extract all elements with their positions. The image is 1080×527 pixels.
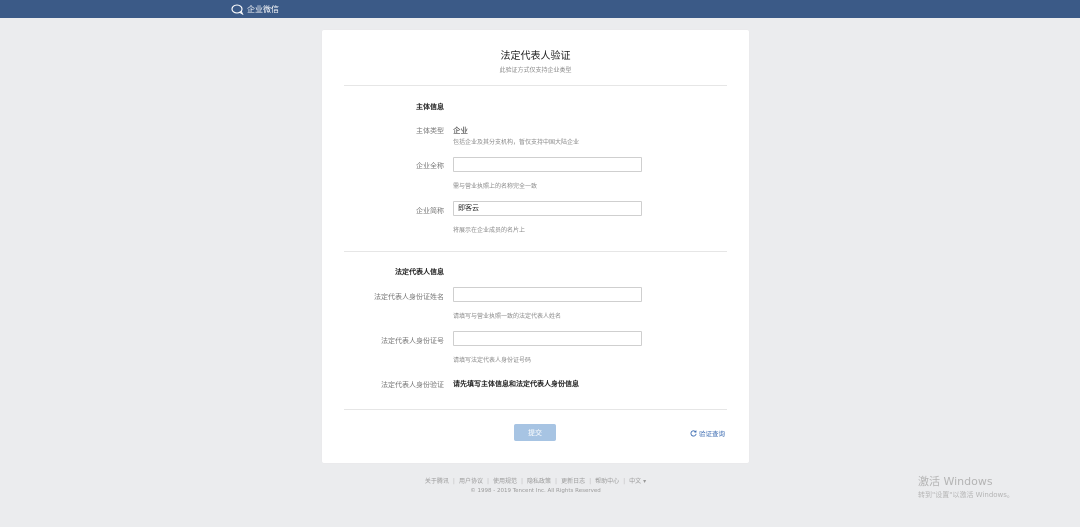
brand-name: 企业微信 [247, 4, 279, 14]
legal-id-hint: 请填写法定代表人身份证号码 [453, 357, 532, 364]
entity-type-value: 企业 [453, 126, 468, 135]
divider [344, 85, 727, 86]
top-bar: 企业微信 [0, 0, 1080, 18]
divider [344, 251, 727, 252]
page-title: 法定代表人验证 [500, 51, 571, 62]
legal-name-hint: 请填写与营业执照一致的法定代表人姓名 [453, 313, 562, 320]
legal-name-input[interactable] [453, 287, 642, 302]
page-subtitle: 此验证方式仅支持企业类型 [499, 67, 572, 74]
chat-bubble-icon [231, 3, 244, 15]
language-selector[interactable]: 中文 ▾ [629, 478, 646, 485]
full-name-label: 企业全称 [416, 162, 444, 170]
full-name-input[interactable] [453, 157, 642, 172]
legal-id-input[interactable] [453, 331, 642, 346]
legal-id-label: 法定代表人身份证号 [381, 337, 444, 345]
watermark-title: 激活 Windows [918, 475, 993, 488]
divider [344, 409, 727, 410]
watermark-subtitle: 转到"设置"以激活 Windows。 [918, 491, 1014, 499]
legal-name-label: 法定代表人身份证姓名 [374, 293, 444, 301]
section-title-entity: 主体信息 [416, 103, 444, 111]
legal-verify-value: 请先填写主体信息和法定代表人身份信息 [453, 380, 579, 388]
verify-query-link[interactable]: 验证查询 [690, 428, 725, 438]
section-title-legal: 法定代表人信息 [395, 268, 444, 276]
footer-link-changelog[interactable]: 更新日志 [561, 478, 585, 485]
full-name-hint: 需与营业执照上的名称完全一致 [453, 183, 538, 190]
entity-type-hint: 包括企业及其分支机构，暂仅支持中国大陆企业 [453, 139, 580, 146]
footer-link-about[interactable]: 关于腾讯 [425, 478, 449, 485]
verification-card: 法定代表人验证 此验证方式仅支持企业类型 主体信息 主体类型 企业 包括企业及其… [322, 30, 749, 463]
short-name-hint: 将展示在企业成员的名片上 [453, 227, 526, 234]
legal-verify-label: 法定代表人身份验证 [381, 381, 444, 389]
submit-button[interactable]: 提交 [514, 424, 556, 441]
footer-link-privacy[interactable]: 隐私政策 [527, 478, 551, 485]
verify-query-label: 验证查询 [699, 430, 725, 438]
footer-link-usage-rules[interactable]: 使用规范 [493, 478, 517, 485]
short-name-label: 企业简称 [416, 207, 444, 215]
footer-link-user-agreement[interactable]: 用户协议 [459, 478, 483, 485]
entity-type-label: 主体类型 [416, 127, 444, 135]
footer-link-help[interactable]: 帮助中心 [595, 478, 619, 485]
refresh-icon [690, 429, 697, 437]
short-name-input[interactable] [453, 201, 642, 216]
copyright: © 1998 - 2019 Tencent Inc. All Rights Re… [470, 488, 601, 494]
windows-activation-watermark: 激活 Windows 转到"设置"以激活 Windows。 [918, 473, 1014, 500]
footer-links: 关于腾讯 | 用户协议 | 使用规范 | 隐私政策 | 更新日志 | 帮助中心 | 中文 ▾ [424, 478, 647, 485]
brand-logo[interactable]: 企业微信 [231, 2, 279, 16]
